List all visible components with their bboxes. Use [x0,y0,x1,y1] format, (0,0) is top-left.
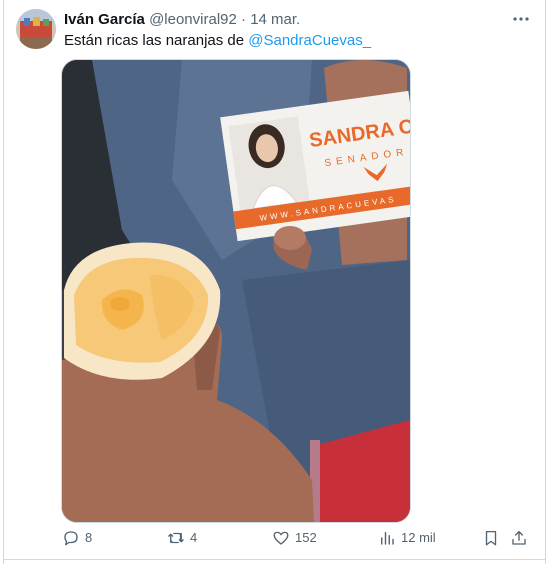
reply-count: 8 [85,530,93,545]
tweet-header: Iván García @leonviral92 · 14 mar. [64,10,300,30]
retweet-icon [168,532,184,544]
author-name[interactable]: Iván García [64,11,145,28]
separator-dot: · [241,11,247,28]
share-icon [512,530,526,545]
like-count: 152 [295,530,317,545]
author-handle[interactable]: @leonviral92 [149,11,237,28]
mention-link[interactable]: @SandraCuevas_ [248,32,371,49]
tweet-text: Están ricas las naranjas de @SandraCueva… [64,31,371,51]
like-button[interactable]: 152 [272,529,317,547]
tweet-photo[interactable]: SANDRA CUE SENADOR WWW.SANDRACUEVAS [61,59,411,523]
share-button[interactable] [510,529,528,547]
tweet-text-body: Están ricas las naranjas de [64,32,249,49]
avatar[interactable] [16,9,56,49]
views-button[interactable]: 12 mil [378,529,436,547]
reply-button[interactable]: 8 [62,529,92,547]
reply-icon [64,531,78,546]
like-icon [273,531,289,545]
views-count: 12 mil [401,530,436,545]
retweet-count: 4 [190,530,198,545]
retweet-button[interactable]: 4 [167,529,197,547]
more-icon[interactable] [512,10,530,28]
action-bar: 8 4 152 12 mil [0,527,552,551]
frame-border-right [545,0,546,564]
frame-border-bottom [3,559,546,560]
bookmark-icon [485,530,497,546]
tweet-date[interactable]: 14 mar. [250,11,300,28]
frame-border-left [3,0,4,564]
bookmark-button[interactable] [482,529,500,547]
tweet: Iván García @leonviral92 · 14 mar. Están… [0,0,552,564]
views-icon [381,532,394,545]
